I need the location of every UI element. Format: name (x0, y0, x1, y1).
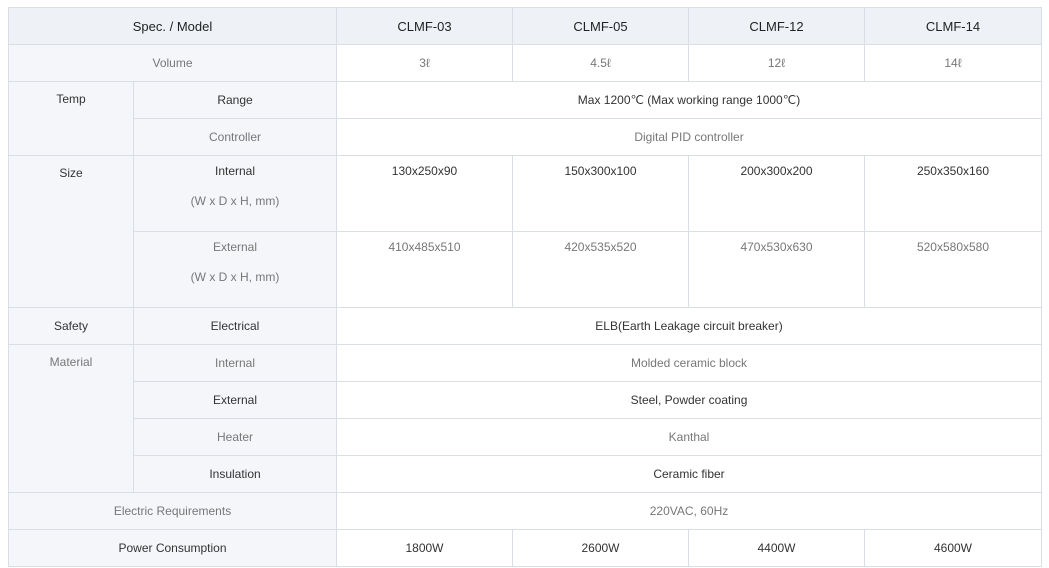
power-value: 2600W (512, 529, 689, 567)
temp-range-label: Range (133, 81, 337, 119)
temp-range-value: Max 1200℃ (Max working range 1000℃) (336, 81, 1042, 119)
power-row: Power Consumption 1800W 2600W 4400W 4600… (8, 529, 1042, 567)
size-internal-label: Internal (214, 164, 256, 178)
material-internal-row: Material Internal Molded ceramic block (8, 344, 1042, 493)
power-value: 4400W (688, 529, 865, 567)
header-row: Spec. / Model CLMF-03 CLMF-05 CLMF-12 CL… (8, 7, 1042, 45)
size-internal-label-cell: Internal (W x D x H, mm) (133, 155, 337, 232)
electric-row: Electric Requirements 220VAC, 60Hz (8, 492, 1042, 530)
temp-controller-label: Controller (133, 118, 337, 156)
size-external-unit: (W x D x H, mm) (190, 270, 280, 284)
size-internal-row: Size Internal (W x D x H, mm) 130x250x90… (8, 155, 1042, 308)
size-external-value: 420x535x520 (512, 231, 689, 308)
model-header: CLMF-03 (336, 7, 513, 45)
temp-range-row: Temp Range Max 1200℃ (Max working range … (8, 81, 1042, 156)
size-internal-value: 130x250x90 (336, 155, 513, 232)
material-external-value: Steel, Powder coating (336, 381, 1042, 419)
electric-value: 220VAC, 60Hz (336, 492, 1042, 530)
size-internal-value: 150x300x100 (512, 155, 689, 232)
volume-row: Volume 3ℓ 4.5ℓ 12ℓ 14ℓ (8, 44, 1042, 82)
power-value: 1800W (336, 529, 513, 567)
volume-value: 3ℓ (336, 44, 513, 82)
material-heater-label: Heater (133, 418, 337, 456)
material-label: Material (8, 344, 134, 493)
size-internal-unit: (W x D x H, mm) (190, 194, 280, 208)
volume-value: 14ℓ (864, 44, 1042, 82)
size-internal-value: 200x300x200 (688, 155, 865, 232)
material-internal-label: Internal (133, 344, 337, 382)
temp-controller-value: Digital PID controller (336, 118, 1042, 156)
safety-electrical-value: ELB(Earth Leakage circuit breaker) (336, 307, 1042, 345)
model-header: CLMF-05 (512, 7, 689, 45)
model-header: CLMF-14 (864, 7, 1042, 45)
size-external-label-cell: External (W x D x H, mm) (133, 231, 337, 308)
material-heater-row: Heater Kanthal (9, 418, 1042, 456)
material-external-row: External Steel, Powder coating (9, 381, 1042, 419)
temp-controller-row: Controller Digital PID controller (9, 118, 1042, 156)
material-internal-value: Molded ceramic block (336, 344, 1042, 382)
electric-label: Electric Requirements (8, 492, 337, 530)
safety-label: Safety (8, 307, 134, 345)
power-value: 4600W (864, 529, 1042, 567)
temp-label: Temp (8, 81, 134, 156)
safety-row: Safety Electrical ELB(Earth Leakage circ… (8, 307, 1042, 345)
volume-value: 4.5ℓ (512, 44, 689, 82)
spec-table: Spec. / Model CLMF-03 CLMF-05 CLMF-12 CL… (8, 7, 1042, 567)
model-header: CLMF-12 (688, 7, 865, 45)
size-external-value: 410x485x510 (336, 231, 513, 308)
material-external-label: External (133, 381, 337, 419)
size-external-label: External (212, 240, 258, 254)
material-heater-value: Kanthal (336, 418, 1042, 456)
material-insulation-row: Insulation Ceramic fiber (9, 455, 1042, 493)
volume-label: Volume (8, 44, 337, 82)
material-insulation-value: Ceramic fiber (336, 455, 1042, 493)
size-external-value: 470x530x630 (688, 231, 865, 308)
safety-electrical-label: Electrical (133, 307, 337, 345)
size-internal-value: 250x350x160 (864, 155, 1042, 232)
size-label: Size (8, 155, 134, 308)
power-label: Power Consumption (8, 529, 337, 567)
size-external-value: 520x580x580 (864, 231, 1042, 308)
material-insulation-label: Insulation (133, 455, 337, 493)
volume-value: 12ℓ (688, 44, 865, 82)
spec-model-header: Spec. / Model (8, 7, 337, 45)
size-external-row: External (W x D x H, mm) 410x485x510 420… (9, 231, 1042, 308)
